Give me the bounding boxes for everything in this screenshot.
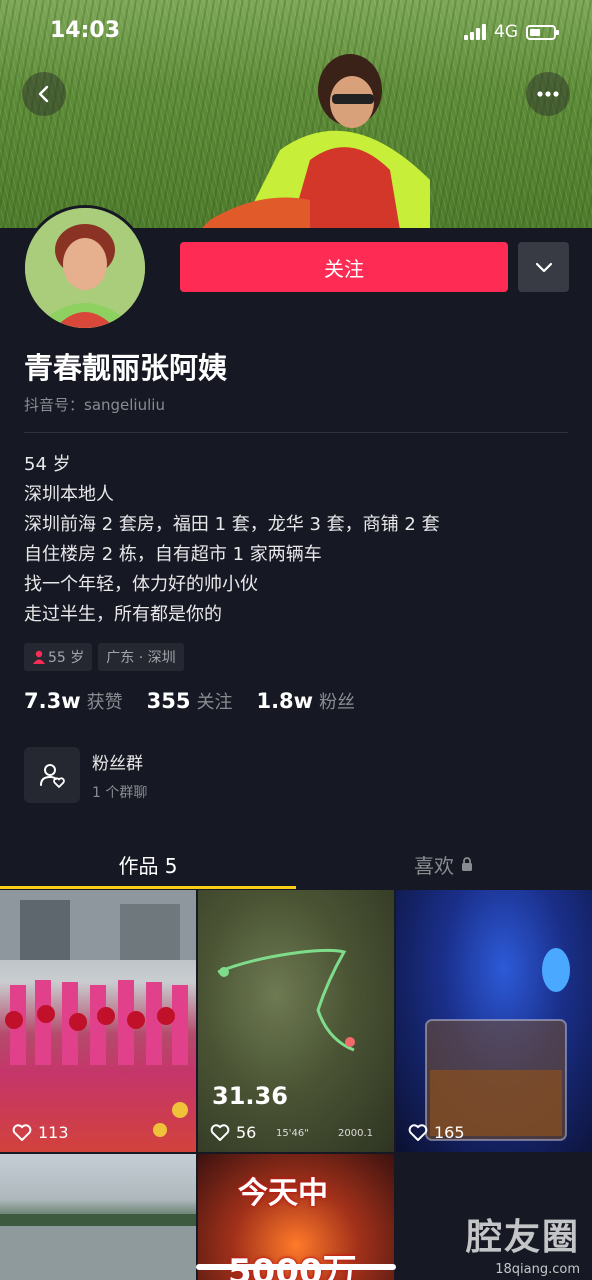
age-tag-label: 55 岁 bbox=[48, 650, 85, 666]
tab-likes-label: 喜欢 bbox=[414, 853, 454, 878]
video-item[interactable]: 165 bbox=[396, 890, 592, 1152]
age-tag: 55 岁 bbox=[24, 643, 93, 671]
bio-line: 深圳前海 2 套房，福田 1 套，龙华 3 套，商铺 2 套 bbox=[24, 514, 440, 535]
bio-line: 走过半生，所有都是你的 bbox=[24, 604, 222, 625]
status-bar: 14:03 4G bbox=[0, 0, 592, 64]
run-pace: 15'46" bbox=[276, 1128, 309, 1139]
signal-icon bbox=[464, 24, 486, 40]
like-count-text: 113 bbox=[38, 1123, 69, 1142]
stat-label: 粉丝 bbox=[319, 692, 356, 713]
profile-tags: 55 岁 广东 · 深圳 bbox=[24, 643, 184, 671]
video-like-count: 113 bbox=[12, 1123, 69, 1142]
video-overlay-text: 5000万 bbox=[228, 1252, 357, 1280]
heart-icon bbox=[12, 1123, 32, 1141]
heart-icon bbox=[210, 1123, 230, 1141]
stat-number: 1.8w bbox=[256, 689, 314, 713]
status-indicators: 4G bbox=[464, 22, 559, 42]
chevron-down-icon bbox=[535, 262, 552, 273]
tab-likes[interactable]: 喜欢 bbox=[296, 838, 592, 890]
fan-group-entry[interactable]: 粉丝群 1 个群聊 bbox=[24, 746, 384, 804]
location-tag-label: 广东 · 深圳 bbox=[106, 650, 176, 666]
location-tag: 广东 · 深圳 bbox=[98, 643, 184, 671]
video-like-count: 165 bbox=[408, 1123, 465, 1142]
video-item[interactable]: 31.36 15'46" 2000.1 56 bbox=[198, 890, 394, 1152]
female-icon bbox=[33, 650, 45, 664]
recommend-dropdown-button[interactable] bbox=[518, 242, 569, 292]
video-item[interactable] bbox=[0, 1154, 196, 1280]
run-distance: 31.36 bbox=[212, 1082, 288, 1110]
more-icon bbox=[537, 91, 559, 97]
bio: 54 岁 深圳本地人 深圳前海 2 套房，福田 1 套，龙华 3 套，商铺 2 … bbox=[24, 450, 440, 630]
bio-line: 深圳本地人 bbox=[24, 484, 114, 505]
video-item[interactable]: 113 bbox=[0, 890, 196, 1152]
like-count-text: 165 bbox=[434, 1123, 465, 1142]
run-calories: 2000.1 bbox=[338, 1128, 373, 1139]
avatar[interactable] bbox=[22, 205, 148, 331]
video-thumbnail bbox=[0, 1214, 196, 1280]
tab-works-label: 作品 5 bbox=[118, 853, 178, 878]
video-like-count: 56 bbox=[210, 1123, 256, 1142]
stat-following[interactable]: 355 关注 bbox=[147, 688, 233, 714]
bio-line: 找一个年轻，体力好的帅小伙 bbox=[24, 574, 258, 595]
home-indicator[interactable] bbox=[196, 1264, 396, 1270]
tab-works[interactable]: 作品 5 bbox=[0, 838, 296, 890]
divider bbox=[24, 432, 568, 433]
more-button[interactable] bbox=[526, 72, 570, 116]
stat-number: 7.3w bbox=[24, 689, 81, 713]
back-button[interactable] bbox=[22, 72, 66, 116]
fan-group-title: 粉丝群 bbox=[92, 753, 143, 774]
network-type: 4G bbox=[494, 22, 518, 42]
follow-button[interactable]: 关注 bbox=[180, 242, 508, 292]
stat-label: 关注 bbox=[196, 692, 233, 713]
fan-group-icon-box bbox=[24, 747, 80, 803]
fan-group-subtitle: 1 个群聊 bbox=[92, 784, 148, 801]
watermark-brand: 腔友圈 bbox=[465, 1217, 580, 1258]
status-time: 14:03 bbox=[50, 18, 121, 43]
stat-likes[interactable]: 7.3w 获赞 bbox=[24, 688, 123, 714]
avatar-image bbox=[25, 208, 145, 328]
video-item[interactable]: 今天中 5000万 bbox=[198, 1154, 394, 1280]
bio-line: 自住楼房 2 栋，自有超市 1 家两辆车 bbox=[24, 544, 322, 565]
content-tabs: 作品 5 喜欢 bbox=[0, 838, 592, 890]
video-thumbnail bbox=[217, 948, 355, 1052]
video-thumbnail bbox=[0, 890, 196, 1137]
stat-label: 获赞 bbox=[86, 692, 123, 713]
watermark: 腔友圈 18qiang.com bbox=[466, 1208, 580, 1277]
stat-number: 355 bbox=[146, 689, 191, 713]
video-overlay-text: 今天中 bbox=[238, 1176, 328, 1211]
stat-followers[interactable]: 1.8w 粉丝 bbox=[256, 688, 355, 714]
douyin-id[interactable]: 抖音号：sangeliuliu bbox=[24, 394, 165, 415]
battery-icon bbox=[526, 24, 559, 40]
profile-name: 青春靓丽张阿姨 bbox=[24, 351, 228, 385]
profile-stats: 7.3w 获赞 355 关注 1.8w 粉丝 bbox=[24, 688, 379, 714]
bio-line: 54 岁 bbox=[24, 454, 71, 475]
back-icon bbox=[38, 85, 49, 103]
like-count-text: 56 bbox=[236, 1123, 257, 1142]
tab-active-indicator bbox=[0, 886, 296, 889]
video-thumbnail bbox=[425, 948, 570, 1141]
watermark-domain: 18qiang.com bbox=[495, 1262, 580, 1277]
lock-icon bbox=[462, 857, 472, 871]
fan-group-icon bbox=[40, 764, 65, 788]
heart-icon bbox=[408, 1123, 428, 1141]
